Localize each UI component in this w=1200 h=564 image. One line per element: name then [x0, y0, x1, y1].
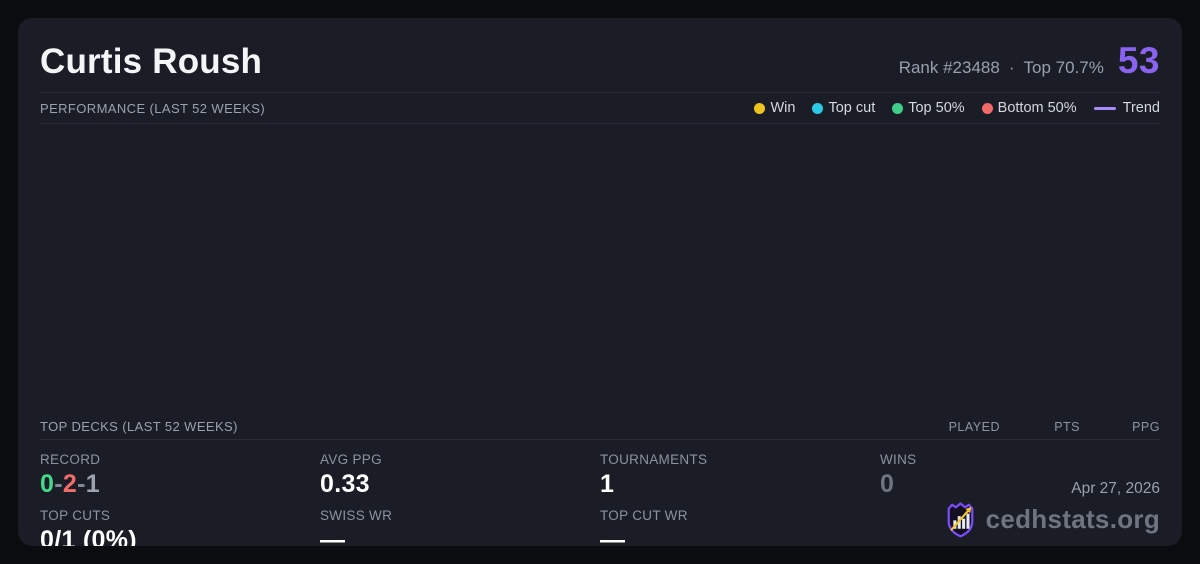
stat-value: — [320, 526, 346, 546]
record-losses: 2 [62, 470, 78, 498]
stat-label: TOURNAMENTS [600, 452, 708, 467]
stat-value: — [600, 526, 626, 546]
performance-chart [40, 124, 1160, 414]
stat-label: RECORD [40, 452, 101, 467]
legend-item-top-cut: Top cut [812, 100, 875, 116]
stat-avg-ppg: AVG PPG 0.33 [320, 447, 600, 499]
legend-item-bottom-50: Bottom 50% [981, 100, 1077, 116]
performance-title: PERFORMANCE (LAST 52 WEEKS) [40, 100, 266, 116]
record-draws: 1 [85, 470, 100, 498]
record-wins: 0 [40, 470, 55, 498]
brand-link[interactable]: cedhstats.org [943, 501, 1160, 538]
top-decks-header: TOP DECKS (LAST 52 WEEKS) PLAYED PTS PPG [40, 414, 1160, 440]
stat-label: AVG PPG [320, 452, 382, 467]
brand-text: cedhstats.org [985, 504, 1160, 534]
record-dash: - [54, 470, 63, 498]
trend-line-icon [1093, 106, 1116, 110]
stat-tournaments: TOURNAMENTS 1 [600, 447, 880, 499]
legend-item-top-50: Top 50% [892, 100, 965, 116]
shield-bar-chart-arrow-icon [947, 502, 973, 538]
stat-value: 0/1 (0%) [40, 526, 137, 546]
card-footer: Apr 27, 2026 cedhstats.org [943, 480, 1160, 538]
footer-date: Apr 27, 2026 [1071, 480, 1160, 497]
stat-label: SWISS WR [320, 508, 393, 523]
player-score: 53 [1117, 40, 1160, 81]
win-dot-icon [754, 102, 766, 114]
legend-label: Win [770, 100, 796, 116]
column-header-ppg: PPG [1132, 419, 1160, 434]
chart-legend: Win Top cut Top 50% Bottom 50% Trend [754, 100, 1160, 116]
stat-label: TOP CUT WR [600, 508, 688, 523]
card-header: Curtis Roush Rank #23488 · Top 70.7% 53 [40, 18, 1160, 93]
rank-text: Rank #23488 [898, 58, 1000, 77]
stat-value: 0.33 [320, 470, 370, 498]
record-dash: - [77, 470, 86, 498]
top-50-dot-icon [892, 102, 904, 114]
stat-label: TOP CUTS [40, 508, 111, 523]
rank-separator-dot: · [1008, 58, 1015, 77]
stat-top-cut-wr: TOP CUT WR — [600, 503, 880, 546]
record-value: 0-2-1 [40, 470, 320, 499]
top-cut-dot-icon [812, 102, 824, 114]
percentile-text: Top 70.7% [1023, 58, 1104, 77]
column-header-pts: PTS [1054, 419, 1080, 434]
top-decks-title: TOP DECKS (LAST 52 WEEKS) [40, 419, 238, 434]
bottom-50-dot-icon [981, 102, 993, 114]
top-decks-columns: PLAYED PTS PPG [840, 420, 1160, 434]
header-right: Rank #23488 · Top 70.7% 53 [899, 40, 1160, 82]
player-name: Curtis Roush [40, 42, 263, 81]
stat-top-cuts: TOP CUTS 0/1 (0%) [40, 503, 320, 546]
stat-label: WINS [880, 452, 917, 467]
legend-label: Bottom 50% [997, 100, 1077, 116]
player-stats-card: Curtis Roush Rank #23488 · Top 70.7% 53 … [18, 18, 1182, 546]
legend-label: Top cut [828, 100, 876, 116]
performance-section-header: PERFORMANCE (LAST 52 WEEKS) Win Top cut … [40, 93, 1160, 124]
legend-item-win: Win [754, 100, 795, 116]
rank-line: Rank #23488 · Top 70.7% [899, 58, 1104, 78]
stat-value: 1 [600, 470, 615, 498]
legend-label: Top 50% [908, 100, 965, 116]
stat-swiss-wr: SWISS WR — [320, 503, 600, 546]
stat-record: RECORD 0-2-1 [40, 447, 320, 499]
legend-label: Trend [1122, 100, 1160, 116]
column-header-played: PLAYED [948, 419, 1000, 434]
legend-item-trend: Trend [1093, 100, 1160, 116]
